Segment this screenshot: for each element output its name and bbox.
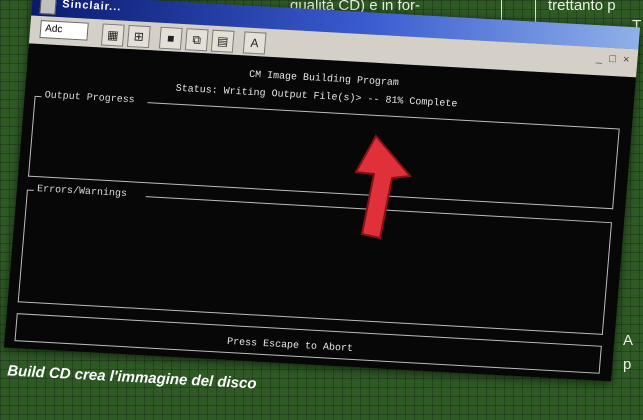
grid-icon[interactable]: ▦ (100, 23, 125, 47)
panel-label-errors: Errors/Warnings (33, 183, 131, 201)
paste-icon[interactable]: ▤ (210, 29, 235, 53)
caption: Build CD crea l'immagine del disco (6, 362, 257, 393)
copy-icon[interactable]: ⧉ (184, 28, 209, 52)
program-title: CM Image Building Program (248, 69, 400, 90)
magazine-text-right-1: A (623, 332, 634, 349)
window-title: Sinclair... (61, 0, 122, 14)
panel-label-output: Output Progress (41, 90, 138, 107)
window-controls[interactable]: _ □ × (596, 52, 632, 66)
magazine-text-col2: trettanto p (548, 0, 616, 14)
annotation-arrow-icon (354, 134, 412, 240)
font-icon[interactable]: A (242, 31, 267, 55)
magazine-text-right-2: p (623, 356, 632, 373)
system-menu-icon[interactable] (39, 0, 57, 15)
errors-panel: Errors/Warnings (17, 183, 613, 335)
font-size-select[interactable]: Adc (39, 20, 89, 41)
fullscreen-icon[interactable]: ■ (158, 26, 183, 50)
layout-icon[interactable]: ⊞ (126, 24, 151, 49)
